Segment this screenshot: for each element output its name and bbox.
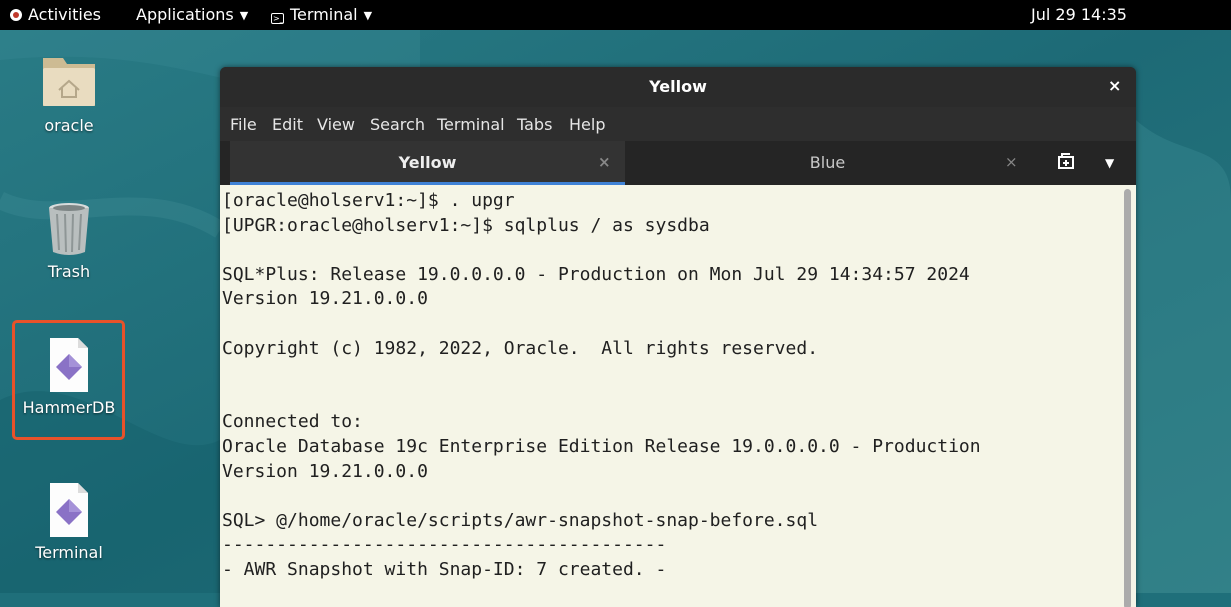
terminal-scrollbar[interactable] <box>1124 189 1131 607</box>
tab-label: Blue <box>809 153 846 172</box>
terminal-line: [oracle@holserv1:~]$ . upgr <box>222 190 515 211</box>
folder-home-icon <box>43 58 95 106</box>
clock[interactable]: Jul 29 14:35 <box>1031 5 1127 24</box>
desktop-icon-hammerdb[interactable]: HammerDB <box>14 336 124 417</box>
desktop-icon-label: Trash <box>47 262 91 281</box>
caret-down-icon: ▼ <box>363 9 373 22</box>
menu-terminal[interactable]: Terminal <box>437 115 505 134</box>
terminal-line: ----------------------------------------… <box>222 534 667 556</box>
desktop-icon-label: oracle <box>44 116 94 135</box>
activities-button[interactable]: Activities <box>10 5 101 24</box>
script-file-icon <box>50 338 88 392</box>
close-icon[interactable]: × <box>1005 153 1018 171</box>
terminal-window: Yellow × File Edit View Search Terminal … <box>220 67 1136 607</box>
terminal-line: Connected to: <box>222 411 363 433</box>
terminal-line: [UPGR:oracle@holserv1:~]$ sqlplus / as s… <box>222 214 710 236</box>
window-titlebar[interactable]: Yellow × <box>220 67 1136 107</box>
close-icon[interactable]: × <box>1108 76 1121 95</box>
clock-label: Jul 29 14:35 <box>1031 5 1127 24</box>
terminal-line: Version 19.21.0.0.0 <box>222 460 428 482</box>
menu-search[interactable]: Search <box>370 115 425 134</box>
terminal-line: Copyright (c) 1982, 2022, Oracle. All ri… <box>222 337 819 359</box>
top-panel: Activities Applications ▼ >_ Terminal ▼ Jul… <box>0 0 1231 30</box>
terminal-app-label: Terminal <box>290 5 358 24</box>
terminal-line: - AWR Snapshot with Snap-ID: 7 created. … <box>222 558 667 580</box>
trash-icon <box>49 203 89 255</box>
menu-view[interactable]: View <box>317 115 355 134</box>
desktop-icon-label: Terminal <box>35 543 103 562</box>
menu-tabs[interactable]: Tabs <box>517 115 552 134</box>
terminal-app-menu[interactable]: >_ Terminal ▼ <box>271 5 372 24</box>
applications-label: Applications <box>136 5 234 24</box>
activities-icon <box>10 9 22 21</box>
applications-menu[interactable]: Applications ▼ <box>136 5 248 24</box>
desktop-icon-home[interactable]: oracle <box>14 50 124 135</box>
chevron-down-icon[interactable]: ▼ <box>1105 156 1114 170</box>
tab-yellow[interactable]: Yellow × <box>230 141 625 185</box>
menu-help[interactable]: Help <box>569 115 605 134</box>
terminal-line: SQL*Plus: Release 19.0.0.0.0 - Productio… <box>222 263 970 285</box>
tab-blue[interactable]: Blue × <box>625 141 1030 185</box>
tab-bar: Yellow × Blue × ▼ <box>220 141 1136 185</box>
terminal-output[interactable]: [oracle@holserv1:~]$ . upgr [UPGR:oracle… <box>220 185 1136 607</box>
menu-file[interactable]: File <box>230 115 257 134</box>
new-tab-icon[interactable] <box>1058 153 1076 173</box>
script-file-icon <box>50 483 88 537</box>
terminal-line: Oracle Database 19c Enterprise Edition R… <box>222 435 981 457</box>
menu-edit[interactable]: Edit <box>272 115 303 134</box>
activities-label: Activities <box>28 5 101 24</box>
desktop-icon-terminal[interactable]: Terminal <box>14 481 124 562</box>
terminal-icon: >_ <box>271 13 284 24</box>
terminal-lines: [oracle@holserv1:~]$ . upgr [UPGR:oracle… <box>222 189 981 583</box>
close-icon[interactable]: × <box>598 153 611 171</box>
desktop-icon-trash[interactable]: Trash <box>14 198 124 281</box>
caret-down-icon: ▼ <box>239 9 249 22</box>
terminal-line: Version 19.21.0.0.0 <box>222 288 428 310</box>
menu-bar: File Edit View Search Terminal Tabs Help <box>220 107 1136 141</box>
window-title: Yellow <box>649 77 707 96</box>
tab-label: Yellow <box>398 153 457 172</box>
terminal-line: SQL> @/home/oracle/scripts/awr-snapshot-… <box>222 509 819 531</box>
desktop-icon-label: HammerDB <box>22 398 116 417</box>
